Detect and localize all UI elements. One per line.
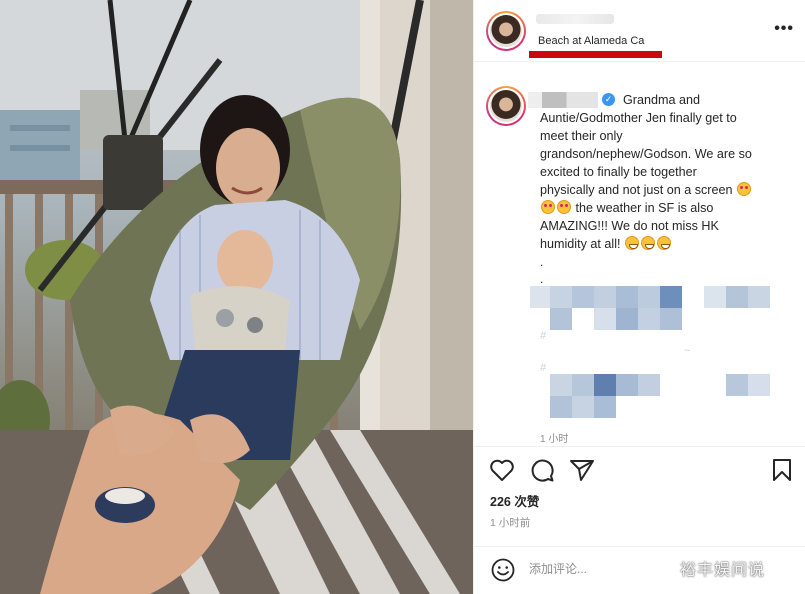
comment-icon[interactable] xyxy=(529,457,555,483)
post-timestamp[interactable]: 1 小时前 xyxy=(490,515,530,530)
grinning-emoji-icon xyxy=(657,236,671,250)
redaction-bar xyxy=(529,51,662,58)
caption-line: AMAZING!!! We do not miss HK xyxy=(540,219,719,233)
smiling-hearts-emoji-icon xyxy=(737,182,752,196)
post-photo[interactable] xyxy=(0,0,473,594)
caption-line: the weather in SF is also xyxy=(575,201,714,215)
caption-text: Grandma and Auntie/Godmother Jen finally… xyxy=(540,91,790,253)
caption-dot: . xyxy=(540,272,544,286)
author-username-redacted[interactable] xyxy=(536,14,614,24)
send-icon[interactable] xyxy=(569,458,595,482)
post-header: Beach at Alameda Ca ••• xyxy=(474,0,805,62)
caption-line: Auntie/Godmother Jen finally get to xyxy=(540,111,737,125)
caption-line: meet their only xyxy=(540,129,623,143)
bookmark-icon[interactable] xyxy=(771,458,793,482)
caption-line: physically and not just on a screen xyxy=(540,183,733,197)
faint-hashtag-redacted: # xyxy=(540,330,547,342)
hashtags-mosaic-redaction xyxy=(530,286,774,330)
watermark-text: 裕丰娱间说 xyxy=(680,560,766,579)
smiling-hearts-emoji-icon xyxy=(557,200,571,214)
caption-timestamp: 1 小时 xyxy=(540,434,569,445)
caption-dot: . xyxy=(540,255,544,269)
caption-author-avatar[interactable] xyxy=(486,86,526,126)
post-actions: 226 次赞 1 小时前 xyxy=(474,446,805,546)
caption-line: Grandma and xyxy=(623,93,701,107)
more-horizontal-icon[interactable]: ••• xyxy=(774,20,794,38)
heart-icon[interactable] xyxy=(489,458,515,482)
grinning-emoji-icon xyxy=(641,236,655,250)
smiley-icon[interactable] xyxy=(490,557,516,583)
faint-hashtag-redacted: # xyxy=(540,362,547,374)
likes-count[interactable]: 226 次赞 xyxy=(490,491,539,510)
caption-line: grandson/nephew/Godson. We are so xyxy=(540,147,752,161)
caption-line: excited to finally be together xyxy=(540,165,697,179)
post-location[interactable]: Beach at Alameda Ca xyxy=(538,35,644,47)
photo-illustration xyxy=(0,0,473,594)
post-sidebar: Beach at Alameda Ca ••• ✓ Grandma and Au… xyxy=(473,0,805,594)
grinning-emoji-icon xyxy=(625,236,639,250)
faint-hashtag-redacted: ~ xyxy=(684,345,691,357)
comment-input[interactable] xyxy=(529,559,699,579)
caption-line: humidity at all! xyxy=(540,237,621,251)
author-avatar[interactable] xyxy=(486,11,526,51)
mentions-mosaic-redaction xyxy=(550,374,774,418)
smiling-hearts-emoji-icon xyxy=(541,200,555,214)
